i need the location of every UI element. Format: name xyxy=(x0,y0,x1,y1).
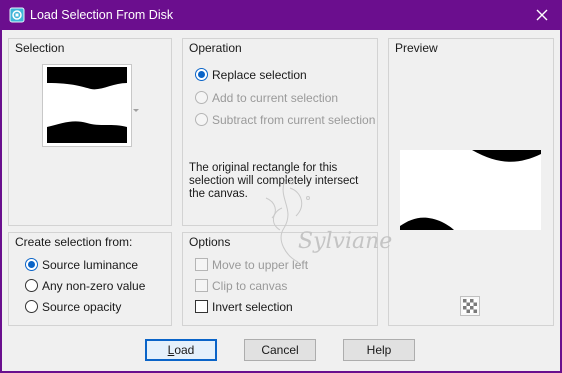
window-title: Load Selection From Disk xyxy=(30,8,174,22)
options-group-title: Options xyxy=(189,235,231,249)
help-button[interactable]: Help xyxy=(343,339,415,361)
load-button[interactable]: Load xyxy=(145,339,217,361)
radio-button[interactable] xyxy=(25,279,38,292)
radio-label: Source luminance xyxy=(42,258,139,272)
close-icon xyxy=(536,9,548,21)
intersect-info-text: The original rectangle for this selectio… xyxy=(189,162,359,200)
selection-thumbnail-dropdown[interactable] xyxy=(42,64,132,147)
radio-button[interactable] xyxy=(195,113,208,126)
checkbox[interactable] xyxy=(195,279,208,292)
radio-label: Source opacity xyxy=(42,300,122,314)
checkbox[interactable] xyxy=(195,258,208,271)
radio-label: Add to current selection xyxy=(212,91,339,105)
checkbox[interactable] xyxy=(195,300,208,313)
checkbox-label: Invert selection xyxy=(212,300,293,314)
cancel-button[interactable]: Cancel xyxy=(244,339,316,361)
radio-button[interactable] xyxy=(195,68,208,81)
radio-label: Subtract from current selection xyxy=(212,113,376,127)
transparency-toggle-button[interactable] xyxy=(460,296,480,316)
preview-image xyxy=(400,150,541,230)
preview-group-title: Preview xyxy=(395,41,438,55)
title-bar: Load Selection From Disk xyxy=(0,0,562,30)
selection-thumbnail xyxy=(43,65,131,146)
checkbox-label: Move to upper left xyxy=(212,258,309,272)
radio-button[interactable] xyxy=(195,91,208,104)
radio-label: Any non-zero value xyxy=(42,279,146,293)
radio-button[interactable] xyxy=(25,258,38,271)
selection-group-title: Selection xyxy=(15,41,65,55)
chevron-down-icon[interactable] xyxy=(133,102,139,116)
radio-button[interactable] xyxy=(25,300,38,313)
checkerboard-icon xyxy=(463,299,477,313)
checkbox-label: Clip to canvas xyxy=(212,279,288,293)
radio-label: Replace selection xyxy=(212,68,307,82)
create-from-group-title: Create selection from: xyxy=(15,235,133,249)
selection-icon xyxy=(9,7,25,23)
close-button[interactable] xyxy=(528,2,556,28)
operation-group-title: Operation xyxy=(189,41,242,55)
